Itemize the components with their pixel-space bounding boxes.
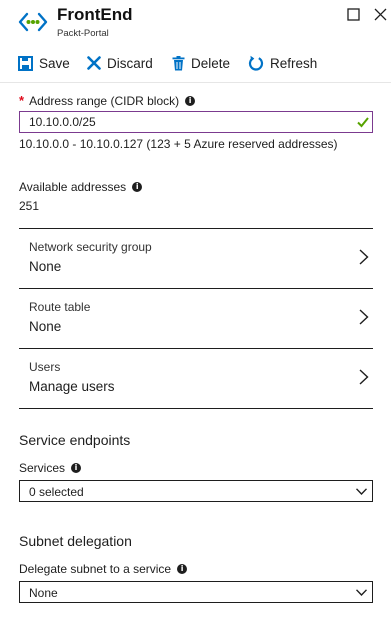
chevron-down-icon: [356, 488, 367, 495]
refresh-icon: [248, 55, 264, 71]
close-icon[interactable]: [373, 7, 389, 23]
row-value: None: [29, 259, 62, 274]
checkmark-icon: [357, 117, 369, 128]
delegate-label: Delegate subnet to a service i: [19, 562, 188, 576]
required-marker: *: [19, 93, 25, 108]
services-selected-value: 0 selected: [29, 485, 84, 499]
row-network-security-group[interactable]: Network security group None: [19, 228, 373, 289]
row-value: None: [29, 319, 62, 334]
chevron-right-icon: [359, 369, 369, 385]
address-range-label-text: Address range (CIDR block): [29, 93, 180, 108]
trash-icon: [172, 55, 185, 70]
blade-header: FrontEnd Packt-Portal: [0, 0, 391, 44]
info-icon[interactable]: i: [71, 463, 82, 473]
row-users[interactable]: Users Manage users: [19, 348, 373, 409]
discard-icon: [87, 56, 101, 70]
save-label: Save: [39, 55, 70, 71]
cidr-input[interactable]: [19, 111, 373, 133]
row-label: Network security group: [29, 240, 152, 254]
row-route-table[interactable]: Route table None: [19, 288, 373, 349]
page-title: FrontEnd: [57, 5, 133, 24]
row-value: Manage users: [29, 379, 115, 394]
services-dropdown[interactable]: 0 selected: [19, 480, 373, 502]
delegate-selected-value: None: [29, 586, 58, 600]
subnet-delegation-heading: Subnet delegation: [19, 533, 132, 549]
info-icon[interactable]: i: [132, 182, 143, 192]
command-bar: Save Discard Delete Refresh: [0, 44, 391, 83]
maximize-icon[interactable]: [346, 7, 362, 23]
subnet-icon: [18, 12, 48, 32]
divider: [19, 408, 373, 409]
services-label: Services i: [19, 461, 82, 475]
info-icon[interactable]: i: [177, 564, 188, 574]
discard-button[interactable]: Discard: [87, 52, 153, 74]
chevron-right-icon: [359, 309, 369, 325]
delegate-dropdown[interactable]: None: [19, 581, 373, 603]
delete-button[interactable]: Delete: [172, 52, 230, 74]
services-label-text: Services: [19, 461, 66, 475]
address-range-hint: 10.10.0.0 - 10.10.0.127 (123 + 5 Azure r…: [19, 137, 338, 151]
row-label: Users: [29, 360, 61, 374]
service-endpoints-heading: Service endpoints: [19, 432, 131, 448]
delegate-label-text: Delegate subnet to a service: [19, 562, 172, 576]
refresh-label: Refresh: [270, 55, 318, 71]
refresh-button[interactable]: Refresh: [248, 52, 317, 74]
row-label: Route table: [29, 300, 91, 314]
save-button[interactable]: Save: [18, 52, 70, 74]
chevron-right-icon: [359, 249, 369, 265]
discard-label: Discard: [107, 55, 153, 71]
available-addresses-value: 251: [19, 199, 40, 213]
save-icon: [18, 55, 33, 71]
info-icon[interactable]: i: [185, 95, 196, 106]
available-addresses-label-text: Available addresses: [19, 180, 127, 194]
chevron-down-icon: [356, 589, 367, 596]
available-addresses-label: Available addresses i: [19, 180, 143, 194]
address-range-label: * Address range (CIDR block) i: [19, 93, 196, 108]
delete-label: Delete: [191, 55, 231, 71]
page-subtitle: Packt-Portal: [57, 28, 109, 39]
